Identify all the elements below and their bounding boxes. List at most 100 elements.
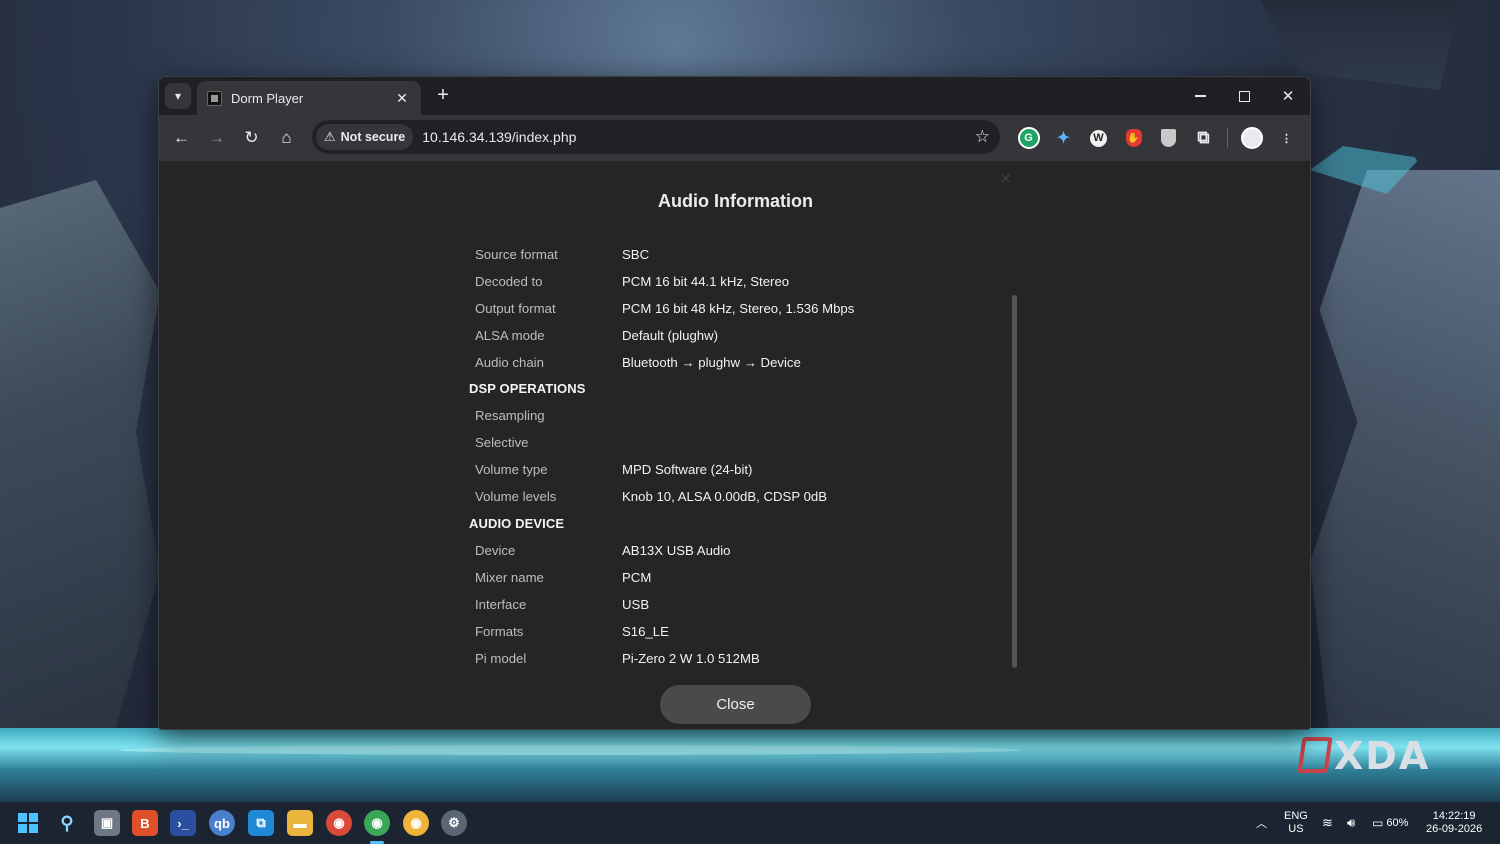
info-label: Selective: [475, 435, 529, 451]
brave-app[interactable]: B: [132, 810, 158, 836]
tray-overflow-button[interactable]: ︿: [1256, 802, 1267, 844]
modal-close-icon[interactable]: ✕: [999, 169, 1012, 189]
w-extension-button[interactable]: W: [1081, 121, 1116, 156]
tab-dorm-player[interactable]: Dorm Player ✕: [197, 81, 421, 115]
wallpaper-water: [0, 728, 1500, 804]
modal-scrollbar[interactable]: [1012, 295, 1017, 668]
maximize-button[interactable]: [1222, 77, 1266, 115]
xda-watermark: XDA: [1297, 734, 1431, 778]
settings-app[interactable]: ⚙: [441, 810, 467, 836]
info-value: S16_LE: [622, 623, 669, 639]
arrow-right-icon: →: [208, 128, 225, 147]
info-value: Pi-Zero 2 W 1.0 512MB: [622, 650, 760, 666]
gear-icon: ⚙: [448, 815, 460, 830]
xda-watermark-text: XDA: [1334, 734, 1431, 778]
chevron-down-icon: ▾: [174, 89, 182, 103]
w-icon: W: [1090, 129, 1107, 147]
url-text[interactable]: 10.146.34.139/index.php: [422, 129, 974, 145]
info-value: PCM 16 bit 44.1 kHz, Stereo: [622, 273, 790, 289]
brave-icon: B: [140, 815, 150, 831]
chevron-up-icon: ︿: [1256, 818, 1267, 830]
folder-icon: ▬: [293, 815, 307, 831]
task-view-button[interactable]: ▣: [94, 810, 120, 836]
info-value: USB: [622, 596, 650, 612]
file-explorer-app[interactable]: ▬: [287, 810, 313, 836]
info-value: SBC: [622, 246, 650, 262]
chrome-icon: ◉: [371, 815, 383, 830]
task-view-icon: ▣: [100, 815, 114, 830]
qbittorrent-app[interactable]: qb: [209, 810, 235, 836]
tab-title: Dorm Player: [231, 90, 304, 106]
info-row-alsa-mode: ALSA mode Default (plughw): [469, 322, 1009, 349]
diamond-icon: ✦: [1056, 130, 1071, 147]
modal-title: Audio Information: [658, 191, 813, 211]
chrome-app-3[interactable]: ◉: [403, 810, 429, 836]
clock[interactable]: 14:22:19 26-09-2026: [1426, 802, 1482, 844]
tab-close-button[interactable]: ✕: [393, 90, 411, 107]
wallpaper-rock-left: [0, 180, 160, 740]
security-label: Not secure: [340, 130, 406, 144]
terminal-app[interactable]: ›_: [170, 810, 196, 836]
red-extension-button[interactable]: ✋: [1116, 121, 1151, 156]
grammarly-extension-button[interactable]: G: [1011, 121, 1046, 156]
reload-button[interactable]: ↻: [234, 121, 269, 156]
info-label: Volume type: [475, 462, 548, 478]
profile-button[interactable]: [1234, 121, 1269, 156]
back-button[interactable]: ←: [164, 121, 199, 156]
info-label: Resampling: [475, 408, 545, 424]
window-close-button[interactable]: ✕: [1266, 77, 1310, 115]
more-vertical-icon: ⋮: [1281, 132, 1292, 145]
close-button[interactable]: Close: [660, 685, 811, 724]
info-row-mixer-name: Mixer name PCM: [469, 564, 1009, 591]
shield-extension-button[interactable]: [1151, 121, 1186, 156]
search-button[interactable]: ⚲: [54, 810, 80, 836]
chrome-app-1[interactable]: ◉: [326, 810, 352, 836]
browser-menu-button[interactable]: ⋮: [1269, 121, 1304, 156]
info-row-resampling: Resampling: [469, 402, 1009, 429]
info-label: Decoded to: [475, 273, 543, 289]
wallpaper-streak: [120, 745, 1020, 755]
reload-icon: ↻: [244, 128, 259, 147]
remote-desktop-app[interactable]: ⧉: [248, 810, 274, 836]
maximize-icon: [1238, 90, 1250, 102]
info-value: Bluetooth → plughw → Device: [622, 354, 801, 370]
info-value: Default (plughw): [622, 327, 719, 343]
new-tab-button[interactable]: +: [431, 84, 455, 107]
blue-extension-button[interactable]: ✦: [1046, 121, 1081, 156]
terminal-icon: ›_: [177, 815, 189, 831]
shield-icon: [1161, 129, 1176, 147]
battery-indicator[interactable]: ▭ 60%: [1372, 802, 1408, 844]
security-chip[interactable]: ⚠ Not secure: [316, 124, 414, 150]
language-indicator[interactable]: ENG US: [1284, 802, 1308, 844]
battery-percent: 60%: [1386, 817, 1409, 829]
windows-logo-icon: [18, 813, 38, 833]
star-icon[interactable]: ☆: [975, 127, 990, 147]
forward-button[interactable]: →: [199, 121, 234, 156]
speaker-icon: 🔊︎: [1347, 815, 1356, 830]
info-value: Knob 10, ALSA 0.00dB, CDSP 0dB: [622, 489, 828, 505]
minimize-button[interactable]: [1178, 77, 1222, 115]
info-label: Output format: [475, 300, 556, 316]
section-audio-device: AUDIO DEVICE: [469, 516, 565, 532]
info-value: MPD Software (24-bit): [622, 462, 753, 478]
home-button[interactable]: ⌂: [269, 121, 304, 156]
warning-triangle-icon: ⚠: [324, 129, 336, 144]
volume-button[interactable]: 🔊︎: [1347, 802, 1355, 844]
section-dsp-operations: DSP OPERATIONS: [469, 381, 586, 397]
info-row-audio-chain: Audio chain Bluetooth → plughw → Device: [469, 349, 1009, 376]
tab-search-button[interactable]: ▾: [165, 83, 191, 109]
wifi-button[interactable]: ≋: [1322, 802, 1333, 844]
info-row-formats: Formats S16_LE: [469, 618, 1009, 645]
battery-icon: ▭: [1372, 816, 1384, 830]
qbittorrent-icon: qb: [214, 815, 230, 831]
info-label: Interface: [475, 596, 527, 612]
arrow-left-icon: ←: [173, 128, 190, 147]
extensions-button[interactable]: ⧉: [1186, 121, 1221, 156]
address-bar[interactable]: ⚠ Not secure 10.146.34.139/index.php ☆: [312, 120, 1000, 154]
avatar: [1240, 127, 1263, 149]
hand-icon: ✋: [1125, 129, 1142, 147]
wallpaper-rock-right: [1310, 170, 1500, 730]
start-button[interactable]: [15, 810, 41, 836]
info-label: Mixer name: [475, 569, 544, 585]
chrome-app-2[interactable]: ◉: [364, 810, 390, 836]
